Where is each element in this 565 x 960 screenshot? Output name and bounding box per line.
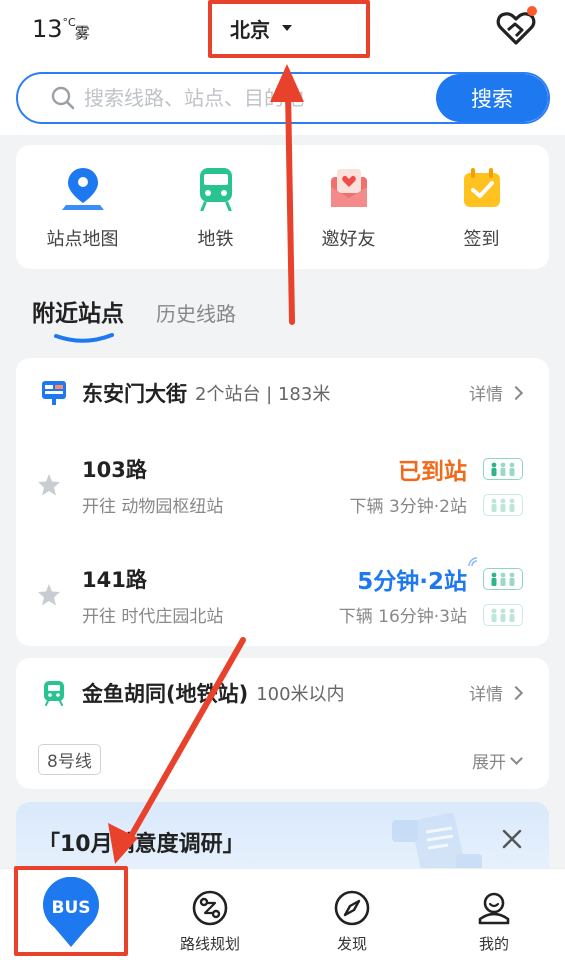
close-icon[interactable] — [501, 828, 523, 850]
nav-route-plan[interactable]: 路线规划 — [150, 869, 270, 960]
station-meta: 2个站台 | 183米 — [195, 384, 331, 405]
weather-condition: 雾 — [74, 24, 90, 42]
station-card: 金鱼胡同(地铁站) 100米以内 详情 8号线 展开 — [16, 658, 549, 789]
realtime-signal-icon — [468, 557, 478, 567]
quick-entry-invite[interactable]: 邀好友 — [282, 145, 415, 269]
annotation-highlight-box — [208, 0, 370, 58]
route-plan-icon — [192, 890, 228, 926]
tab-active-indicator — [54, 333, 114, 343]
search-bar: 搜索 — [16, 72, 550, 124]
route-direction: 开往 动物园枢纽站 — [82, 497, 224, 517]
nav-discover[interactable]: 发现 — [292, 869, 412, 960]
route-row[interactable]: 103路 开往 动物园枢纽站 已到站 下辆 3分钟·2站 — [16, 446, 549, 526]
weather-widget[interactable]: 13 °C 雾 — [32, 12, 90, 46]
station-card: 东安门大街 2个站台 | 183米 详情 103路 开往 动物园枢纽站 已到站 … — [16, 358, 549, 646]
quick-entry-label: 地铁 — [197, 229, 234, 250]
station-header: 东安门大街 2个站台 | 183米 — [40, 376, 330, 410]
calendar-check-icon — [463, 168, 500, 207]
station-tabs: 附近站点 历史线路 — [32, 295, 236, 345]
tab-history-routes[interactable]: 历史线路 — [156, 295, 236, 345]
map-pin-icon — [61, 168, 104, 210]
expand-button[interactable]: 展开 — [472, 748, 523, 773]
search-button[interactable]: 搜索 — [436, 74, 548, 122]
quick-entry-label: 邀好友 — [321, 229, 376, 250]
bus-stop-sign-icon — [42, 381, 66, 405]
route-name: 103路 — [82, 458, 147, 482]
station-header: 金鱼胡同(地铁站) 100米以内 — [40, 676, 345, 710]
detail-label: 详情 — [469, 685, 503, 705]
expand-label: 展开 — [472, 753, 506, 773]
favorite-star-icon[interactable] — [37, 583, 61, 607]
search-input[interactable] — [84, 86, 436, 110]
subway-line-tag[interactable]: 8号线 — [38, 744, 101, 775]
station-name: 东安门大街 — [82, 382, 187, 406]
station-detail-link[interactable]: 详情 — [469, 380, 524, 405]
detail-label: 详情 — [469, 385, 503, 405]
route-arrival-status: 5分钟·2站 — [357, 569, 467, 595]
station-name: 金鱼胡同(地铁站) — [82, 682, 249, 706]
route-next-bus: 下辆 16分钟·3站 — [338, 607, 467, 627]
quick-entry-label: 站点地图 — [46, 229, 119, 250]
quick-entry-label: 签到 — [463, 229, 500, 250]
crowd-level-icon — [483, 604, 523, 626]
tab-label: 附近站点 — [32, 301, 124, 327]
route-arrival-status: 已到站 — [398, 459, 467, 485]
route-name: 141路 — [82, 568, 147, 592]
crowd-level-icon — [483, 568, 523, 590]
quick-entry-subway[interactable]: 地铁 — [149, 145, 282, 269]
route-direction: 开往 时代庄园北站 — [82, 607, 224, 627]
nav-label: 发现 — [336, 935, 367, 953]
nav-profile[interactable]: 我的 — [434, 869, 554, 960]
subway-station-icon — [44, 681, 64, 706]
crowd-level-icon — [483, 458, 523, 480]
annotation-highlight-box — [14, 866, 128, 956]
station-detail-link[interactable]: 详情 — [469, 680, 524, 705]
chevron-down-icon — [510, 751, 523, 765]
invite-envelope-icon — [330, 169, 367, 207]
nav-label: 我的 — [478, 935, 509, 953]
favorite-star-icon[interactable] — [37, 473, 61, 497]
quick-entry-checkin[interactable]: 签到 — [415, 145, 548, 269]
banner-text: 「10月满意度调研」 — [38, 832, 245, 857]
quick-entry-station-map[interactable]: 站点地图 — [16, 145, 149, 269]
subway-icon — [199, 168, 232, 211]
compass-icon — [334, 890, 370, 926]
station-meta: 100米以内 — [256, 684, 345, 705]
route-row[interactable]: 141路 开往 时代庄园北站 5分钟·2站 下辆 16分钟·3站 — [16, 556, 549, 636]
temperature: 13 — [32, 15, 63, 43]
quick-entry-card: 站点地图 地铁 邀好友 签到 — [16, 145, 549, 269]
profile-icon — [478, 892, 510, 925]
tab-nearby-stations[interactable]: 附近站点 — [32, 295, 124, 345]
search-icon — [51, 86, 75, 110]
chevron-right-icon — [508, 685, 524, 700]
notification-dot — [527, 6, 537, 16]
route-next-bus: 下辆 3分钟·2站 — [349, 497, 467, 517]
nav-label: 路线规划 — [179, 935, 240, 953]
crowd-level-icon — [483, 494, 523, 516]
chevron-right-icon — [508, 385, 524, 400]
